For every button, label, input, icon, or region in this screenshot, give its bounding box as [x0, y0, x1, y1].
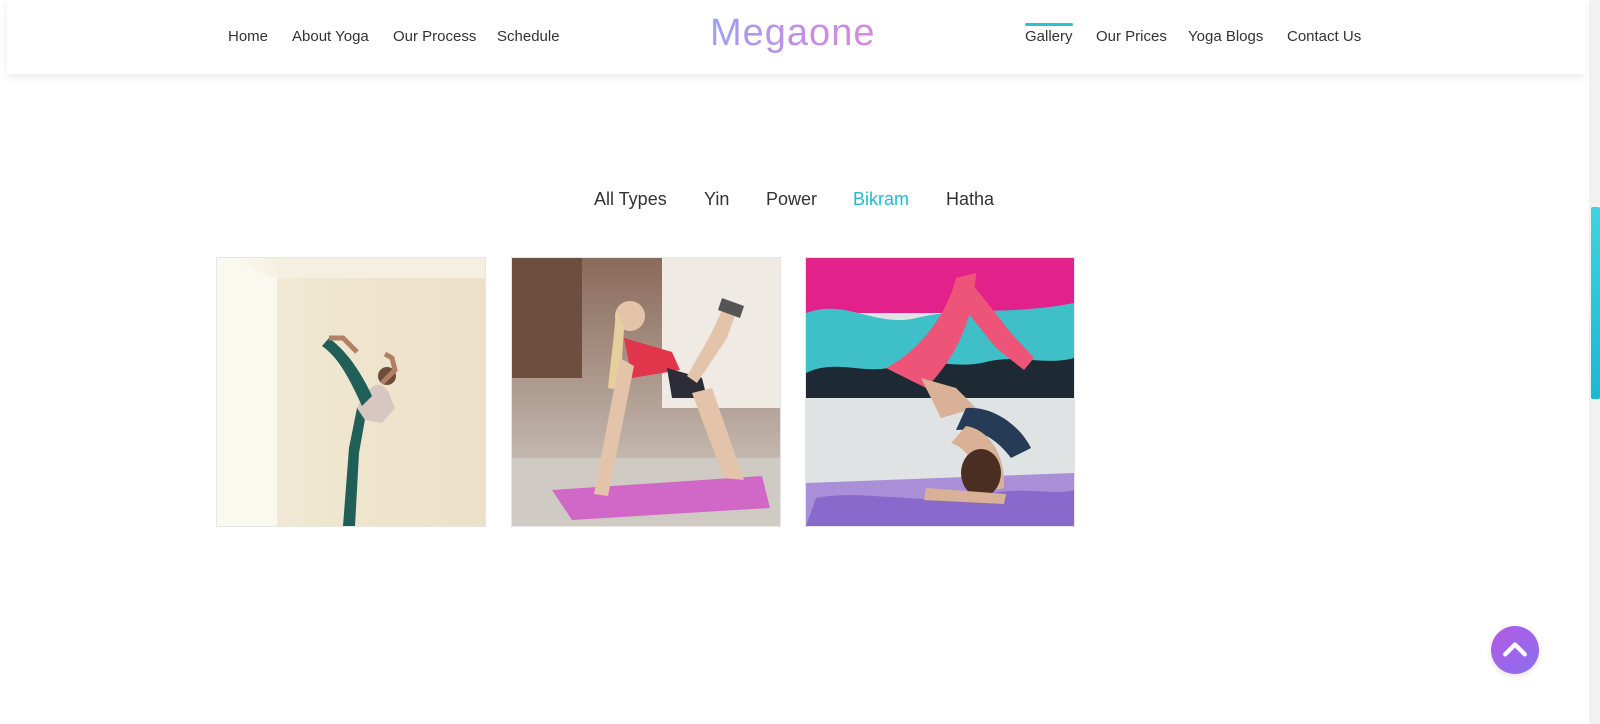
scrollbar-thumb[interactable] [1591, 207, 1600, 399]
back-to-top-button[interactable] [1491, 626, 1539, 674]
nav-link-schedule[interactable]: Schedule [497, 28, 560, 45]
gallery-item-dancer-pose[interactable] [216, 257, 486, 527]
gallery-item-forearm-stand[interactable] [805, 257, 1075, 527]
nav-link-our-prices[interactable]: Our Prices [1096, 28, 1167, 45]
chevron-up-icon [1503, 642, 1527, 657]
nav-link-about-yoga[interactable]: About Yoga [292, 28, 369, 45]
site-header: Home About Yoga Our Process Schedule Meg… [7, 0, 1585, 74]
filter-hatha[interactable]: Hatha [946, 189, 994, 210]
gallery-image-dancer-pose [217, 258, 485, 526]
filter-yin[interactable]: Yin [704, 189, 729, 210]
gallery-image-forearm-stand [806, 258, 1074, 526]
gallery-item-kickback[interactable] [511, 257, 781, 527]
filter-bikram[interactable]: Bikram [853, 189, 909, 210]
page: Home About Yoga Our Process Schedule Meg… [0, 0, 1600, 724]
brand-logo[interactable]: Megaone [710, 12, 875, 55]
gallery-image-kickback [512, 258, 780, 526]
nav-link-our-process[interactable]: Our Process [393, 28, 476, 45]
page-scrollbar[interactable] [1589, 0, 1600, 724]
nav-link-gallery[interactable]: Gallery [1025, 23, 1073, 45]
nav-link-yoga-blogs[interactable]: Yoga Blogs [1188, 28, 1263, 45]
filter-all-types[interactable]: All Types [594, 189, 667, 210]
gallery-filters: All Types Yin Power Bikram Hatha [0, 189, 1600, 213]
nav-link-contact-us[interactable]: Contact Us [1287, 28, 1361, 45]
nav-link-home[interactable]: Home [228, 28, 268, 45]
filter-power[interactable]: Power [766, 189, 817, 210]
